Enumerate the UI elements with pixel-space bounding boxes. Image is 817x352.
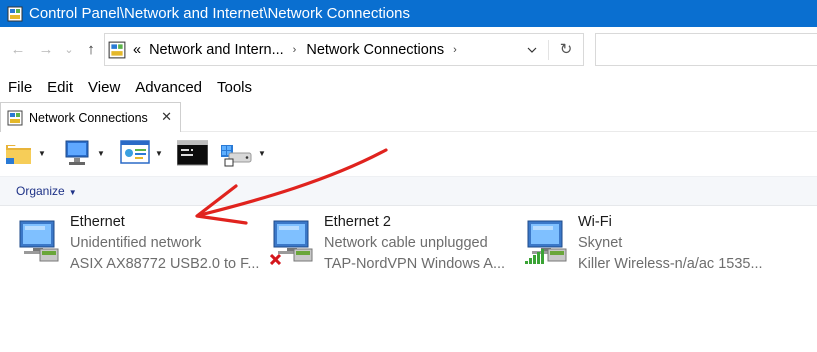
breadcrumb-network-connections[interactable]: Network Connections: [306, 42, 444, 58]
computer-button[interactable]: ▼: [62, 139, 105, 167]
network-adapter-icon: [525, 220, 567, 264]
close-tab-button[interactable]: ✕: [161, 109, 172, 125]
network-adapter-icon: [19, 220, 59, 262]
menu-file[interactable]: File: [8, 77, 32, 99]
search-input[interactable]: [595, 33, 817, 66]
connection-status: Network cable unplugged: [324, 235, 488, 251]
dropdown-arrow[interactable]: ▼: [97, 149, 105, 158]
recent-locations-button[interactable]: ⌄: [60, 40, 78, 60]
breadcrumb-network-and-internet[interactable]: Network and Intern...: [149, 42, 284, 58]
tab-label: Network Connections: [29, 110, 148, 125]
control-panel-icon: [7, 110, 23, 125]
network-drive-icon: [221, 145, 252, 167]
network-drive-button[interactable]: ▼: [219, 139, 266, 167]
up-button[interactable]: ↑: [82, 40, 100, 60]
address-box[interactable]: « Network and Intern... › Network Connec…: [104, 33, 584, 66]
command-prompt-button[interactable]: [177, 139, 208, 167]
dropdown-arrow[interactable]: ▼: [258, 149, 266, 158]
title-bar: Control Panel\Network and Internet\Netwo…: [0, 0, 817, 27]
connection-ethernet-2[interactable]: Ethernet 2 Network cable unplugged TAP-N…: [270, 212, 520, 282]
connection-name: Ethernet 2: [324, 214, 391, 230]
dropdown-arrow[interactable]: ▼: [38, 149, 46, 158]
breadcrumb-separator[interactable]: ›: [293, 44, 297, 56]
connection-wifi[interactable]: Wi-Fi Skynet Killer Wireless-n/a/ac 1535…: [524, 212, 794, 282]
disconnected-x-icon: [270, 253, 282, 265]
connection-name: Ethernet: [70, 214, 125, 230]
breadcrumb-separator[interactable]: ›: [453, 44, 457, 56]
control-panel-icon: [108, 41, 126, 58]
menu-view[interactable]: View: [88, 77, 120, 99]
tab-strip: Network Connections ✕: [0, 102, 817, 132]
tab-network-connections[interactable]: Network Connections ✕: [0, 102, 181, 132]
connection-status: Skynet: [578, 235, 623, 251]
address-bar-row: ← → ⌄ ↑ « Network and Intern... › Networ…: [0, 27, 817, 73]
folder-icon: [6, 145, 31, 164]
connection-device: Killer Wireless-n/a/ac 1535...: [578, 256, 763, 272]
dropdown-arrow[interactable]: ▼: [155, 149, 163, 158]
connection-device: ASIX AX88772 USB2.0 to F...: [70, 256, 260, 272]
connection-text: Wi-Fi Skynet Killer Wireless-n/a/ac 1535…: [578, 212, 763, 275]
window-title: Control Panel\Network and Internet\Netwo…: [29, 5, 411, 22]
connection-device: TAP-NordVPN Windows A...: [324, 256, 506, 272]
organize-button[interactable]: Organize ▼: [16, 184, 77, 198]
refresh-button[interactable]: ↻: [557, 40, 575, 60]
folder-button[interactable]: ▼: [5, 139, 46, 167]
menu-edit[interactable]: Edit: [47, 77, 73, 99]
organize-label: Organize: [16, 184, 65, 198]
menu-bar: File Edit View Advanced Tools: [0, 77, 259, 99]
connection-text: Ethernet 2 Network cable unplugged TAP-N…: [324, 212, 505, 275]
connection-status: Unidentified network: [70, 235, 202, 251]
control-panel-icon: [120, 140, 150, 164]
network-adapter-icon: [270, 220, 313, 265]
toolbar: ▼ ▼ ▼ ▼: [0, 137, 817, 171]
command-bar: Organize ▼: [0, 176, 817, 206]
forward-button[interactable]: →: [37, 40, 55, 60]
menu-tools[interactable]: Tools: [217, 77, 252, 99]
divider: [548, 40, 549, 60]
connection-ethernet[interactable]: Ethernet Unidentified network ASIX AX887…: [16, 212, 266, 282]
control-panel-button[interactable]: ▼: [120, 139, 163, 167]
connection-name: Wi-Fi: [578, 214, 612, 230]
control-panel-icon: [7, 6, 23, 21]
menu-advanced[interactable]: Advanced: [135, 77, 202, 99]
chevron-down-icon: ▼: [68, 188, 77, 197]
chevron-down-icon[interactable]: [527, 45, 537, 55]
computer-icon: [65, 140, 89, 165]
connection-text: Ethernet Unidentified network ASIX AX887…: [70, 212, 259, 275]
command-prompt-icon: [177, 140, 208, 166]
back-button[interactable]: ←: [9, 40, 27, 60]
breadcrumb-overflow[interactable]: «: [133, 42, 141, 58]
